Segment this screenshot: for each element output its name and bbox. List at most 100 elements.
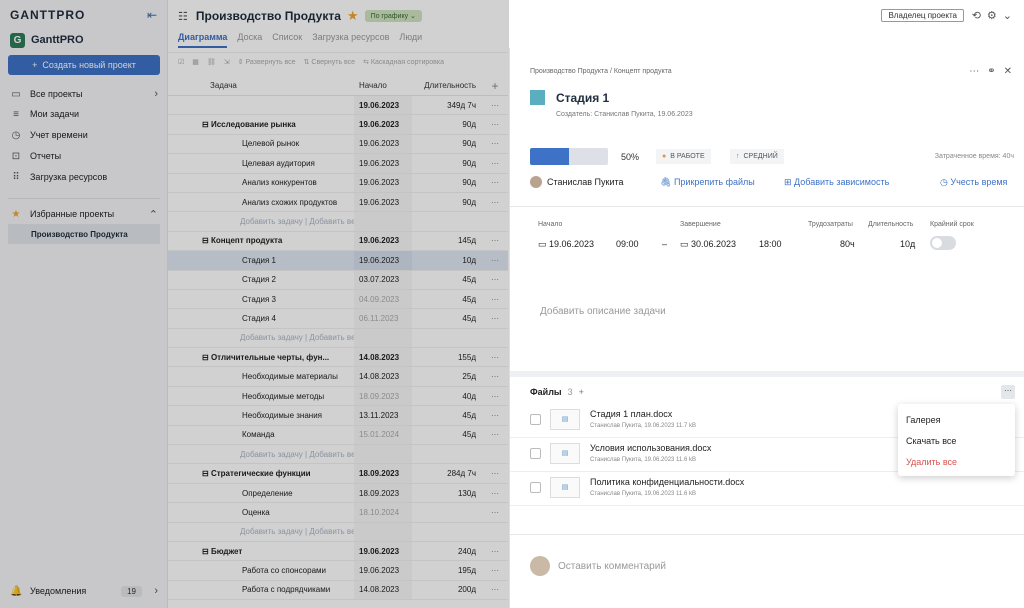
table-row[interactable]: Определение 18.09.2023 130д ⋯ xyxy=(168,483,508,504)
row-more-icon[interactable]: ⋯ xyxy=(482,508,508,517)
schedule-status[interactable]: По графику ⌄ xyxy=(364,10,422,22)
tab-board[interactable]: Доска xyxy=(237,32,262,48)
task-start[interactable]: 19.06.2023 xyxy=(354,96,412,115)
file-checkbox[interactable] xyxy=(530,482,541,493)
notifications[interactable]: 🔔 Уведомления 19 › xyxy=(0,581,168,601)
nav-time-tracking[interactable]: ◷ Учет времени xyxy=(0,125,168,145)
row-more-icon[interactable]: ⋯ xyxy=(482,178,508,187)
favorites-header[interactable]: ★ Избранные проекты ⌃ xyxy=(0,204,168,224)
table-row[interactable]: Анализ схожих продуктов 19.06.2023 90д ⋯ xyxy=(168,192,508,213)
table-row[interactable]: ⊟ Отличительные черты, фун... 14.08.2023 1… xyxy=(168,348,508,368)
row-more-icon[interactable]: ⋯ xyxy=(482,566,508,575)
table-row[interactable]: Работа с подрядчиками 14.08.2023 200д ⋯ xyxy=(168,580,508,601)
add-dependency-button[interactable]: ⊞ Добавить зависимость xyxy=(784,177,889,188)
task-duration[interactable]: 155д xyxy=(412,353,482,362)
favorite-project-item[interactable]: Производство Продукта xyxy=(8,224,160,244)
nav-resource-load[interactable]: ⠿ Загрузка ресурсов xyxy=(0,167,168,187)
row-more-icon[interactable]: ⋯ xyxy=(482,392,508,401)
effort-field[interactable]: 80ч xyxy=(840,239,855,249)
task-name[interactable]: Определение xyxy=(168,489,354,498)
task-duration[interactable]: 90д xyxy=(412,178,482,187)
task-start[interactable]: 14.08.2023 xyxy=(354,580,412,600)
task-duration[interactable]: 200д xyxy=(412,585,482,594)
start-date-field[interactable]: ▭ 19.06.2023 xyxy=(538,239,594,250)
task-start[interactable]: 19.06.2023 xyxy=(354,173,412,192)
comment-field[interactable]: Оставить комментарий xyxy=(530,556,666,576)
task-start[interactable]: 18.09.2023 xyxy=(354,386,412,406)
task-start[interactable]: 19.06.2023 xyxy=(354,541,412,561)
progress-bar[interactable] xyxy=(530,148,608,165)
row-more-icon[interactable]: ⋯ xyxy=(482,139,508,148)
task-start[interactable] xyxy=(354,522,412,541)
task-start[interactable]: 13.11.2023 xyxy=(354,406,412,425)
calendar-icon[interactable]: ▦ xyxy=(192,58,199,66)
row-more-icon[interactable]: ⋯ xyxy=(482,547,508,556)
task-start[interactable]: 14.08.2023 xyxy=(354,348,412,367)
file-checkbox[interactable] xyxy=(530,448,541,459)
collapse-sidebar-icon[interactable]: ⇤ xyxy=(147,8,157,22)
description-field[interactable]: Добавить описание задачи xyxy=(540,306,666,317)
add-task-row[interactable]: Добавить задачу | Добавить веху xyxy=(168,328,508,349)
task-duration[interactable]: 349д 7ч xyxy=(412,101,482,110)
menu-gallery[interactable]: Галерея xyxy=(898,409,1015,430)
task-duration[interactable]: 90д xyxy=(412,198,482,207)
task-start[interactable]: 19.06.2023 xyxy=(354,231,412,251)
expand-all-button[interactable]: ⇕ Развернуть все xyxy=(238,58,296,66)
table-row[interactable]: Необходимые материалы 14.08.2023 25д ⋯ xyxy=(168,367,508,387)
row-more-icon[interactable]: ⋯ xyxy=(482,236,508,245)
favorite-star-icon[interactable]: ★ xyxy=(347,8,359,24)
task-duration[interactable]: 45д xyxy=(412,275,482,284)
breadcrumb[interactable]: Производство Продукта / Концепт продукта xyxy=(530,68,672,75)
task-name[interactable]: Добавить задачу | Добавить веху xyxy=(168,527,354,536)
end-time-field[interactable]: 18:00 xyxy=(759,239,782,249)
task-start[interactable]: 19.06.2023 xyxy=(354,251,412,270)
gear-icon[interactable]: ⚙ xyxy=(987,9,997,22)
task-start[interactable]: 19.06.2023 xyxy=(354,134,412,154)
collapse-group-icon[interactable]: ⊟ xyxy=(202,353,211,362)
menu-delete-all[interactable]: Удалить все xyxy=(898,451,1015,472)
task-duration[interactable]: 240д xyxy=(412,547,482,556)
collapse-all-button[interactable]: ⇅ Свернуть все xyxy=(304,58,356,66)
table-row[interactable]: Стадия 3 04.09.2023 45д ⋯ xyxy=(168,289,508,310)
header-task[interactable]: Задача xyxy=(168,81,354,90)
table-row[interactable]: 19.06.2023 349д 7ч ⋯ xyxy=(168,96,508,116)
task-start[interactable]: 15.01.2024 xyxy=(354,425,412,445)
task-name[interactable]: Добавить задачу | Добавить веху xyxy=(168,333,354,342)
task-name[interactable]: Стадия 3 xyxy=(168,295,354,304)
table-row[interactable]: Стадия 2 03.07.2023 45д ⋯ xyxy=(168,270,508,290)
end-date-field[interactable]: ▭ 30.06.2023 xyxy=(680,239,736,250)
collapse-group-icon[interactable]: ⊟ xyxy=(202,547,211,556)
assignee[interactable]: Станислав Пукита xyxy=(530,176,624,188)
task-name[interactable]: Работа со спонсорами xyxy=(168,566,354,575)
create-project-button[interactable]: + Создать новый проект xyxy=(8,55,160,75)
collapse-group-icon[interactable]: ⊟ xyxy=(202,469,211,478)
row-more-icon[interactable]: ⋯ xyxy=(482,411,508,420)
task-name[interactable]: ⊟ Концепт продукта xyxy=(168,236,354,245)
more-icon[interactable]: ⋯ xyxy=(969,66,979,77)
table-row[interactable]: ⊟ Бюджет 19.06.2023 240д ⋯ xyxy=(168,541,508,562)
task-name[interactable]: ⊟ Исследование рынка xyxy=(168,120,354,129)
table-row[interactable]: Целевой рынок 19.06.2023 90д ⋯ xyxy=(168,134,508,155)
row-more-icon[interactable]: ⋯ xyxy=(482,275,508,284)
deadline-toggle[interactable] xyxy=(930,236,956,250)
task-start[interactable]: 14.08.2023 xyxy=(354,367,412,386)
task-name[interactable]: ⊟ Бюджет xyxy=(168,547,354,556)
task-name[interactable]: Анализ конкурентов xyxy=(168,178,354,187)
menu-download-all[interactable]: Скачать все xyxy=(898,430,1015,451)
tab-list[interactable]: Список xyxy=(272,32,302,48)
row-more-icon[interactable]: ⋯ xyxy=(482,314,508,323)
task-duration[interactable]: 45д xyxy=(412,411,482,420)
task-duration[interactable]: 45д xyxy=(412,314,482,323)
add-column-icon[interactable]: + xyxy=(482,79,508,93)
row-more-icon[interactable]: ⋯ xyxy=(482,101,508,110)
nav-reports[interactable]: ⊡ Отчеты xyxy=(0,146,168,166)
row-more-icon[interactable]: ⋯ xyxy=(482,120,508,129)
task-duration[interactable]: 90д xyxy=(412,139,482,148)
history-icon[interactable]: ⟲ xyxy=(972,9,981,22)
nav-my-tasks[interactable]: ≡ Мои задачи xyxy=(0,104,168,124)
tab-gantt[interactable]: Диаграмма xyxy=(178,32,228,48)
task-name[interactable]: Команда xyxy=(168,430,354,439)
table-row[interactable]: Необходимые методы 18.09.2023 40д ⋯ xyxy=(168,386,508,407)
table-row[interactable]: ⊟ Концепт продукта 19.06.2023 145д ⋯ xyxy=(168,231,508,252)
task-start[interactable] xyxy=(354,212,412,231)
